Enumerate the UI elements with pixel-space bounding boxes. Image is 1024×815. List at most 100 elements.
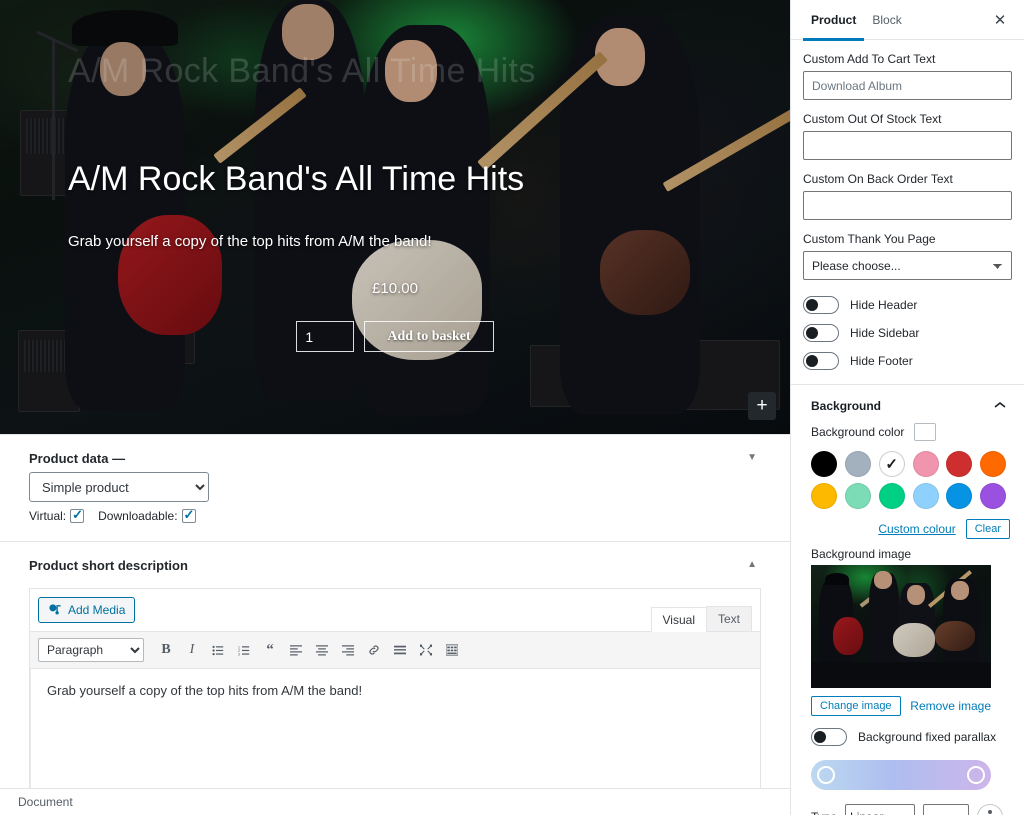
swatch-pink[interactable] [912, 451, 939, 477]
add-media-label: Add Media [68, 603, 126, 617]
chevron-up-icon[interactable] [994, 401, 1006, 412]
editor-toolbar: Paragraph B I 123 “ [30, 632, 760, 669]
bulleted-list-icon[interactable] [206, 638, 230, 662]
tab-visual[interactable]: Visual [650, 607, 707, 632]
swatch-black[interactable] [811, 451, 837, 477]
fullscreen-icon[interactable] [414, 638, 438, 662]
custom-back-order-label: Custom On Back Order Text [803, 172, 953, 186]
breadcrumb: Document [0, 788, 790, 815]
hide-sidebar-toggle[interactable] [803, 324, 839, 342]
toolbar-toggle-icon[interactable] [440, 638, 464, 662]
product-data-metabox: Product data — ▼ Simple product Virtual:… [0, 434, 790, 541]
custom-back-order-input[interactable] [803, 191, 1012, 220]
virtual-checkbox-row[interactable]: Virtual: [29, 507, 85, 523]
swatch-red[interactable] [946, 451, 973, 477]
media-icon [48, 603, 62, 617]
parallax-row[interactable]: Background fixed parallax [811, 728, 1012, 746]
background-parallax-toggle[interactable] [811, 728, 847, 746]
add-to-basket-button[interactable]: Add to basket [364, 321, 494, 353]
change-image-button[interactable]: Change image [811, 696, 901, 716]
product-data-header: Product data — ▼ [29, 435, 761, 466]
read-more-icon[interactable] [388, 638, 412, 662]
custom-out-of-stock-input[interactable] [803, 131, 1012, 160]
background-panel-header[interactable]: Background [803, 385, 1012, 423]
add-block-button[interactable]: + [748, 392, 776, 420]
tab-text[interactable]: Text [705, 606, 752, 631]
numbered-list-icon[interactable]: 123 [232, 638, 256, 662]
short-description-header: Product short description ▲ [29, 542, 761, 588]
downloadable-checkbox[interactable] [181, 507, 196, 523]
tab-product[interactable]: Product [803, 0, 865, 41]
background-image-thumbnail[interactable] [811, 565, 991, 688]
editor-mode-tabs: Visual Text [650, 606, 752, 632]
chevron-down-icon[interactable]: ▼ [743, 451, 761, 465]
short-description-title: Product short description [29, 558, 188, 573]
gradient-angle-input[interactable] [923, 804, 970, 815]
chevron-up-icon[interactable]: ▲ [743, 558, 761, 572]
gradient-end-handle[interactable] [967, 766, 985, 784]
insert-link-icon[interactable] [362, 638, 386, 662]
gradient-type-select[interactable]: Linear [845, 804, 916, 815]
hide-footer-toggle[interactable] [803, 352, 839, 370]
hide-header-toggle[interactable] [803, 296, 839, 314]
tinymce-editor: Add Media Visual Text Paragraph B I 1 2 … [29, 588, 761, 815]
swatch-light-blue[interactable] [912, 483, 939, 509]
gradient-angle-dial[interactable] [977, 804, 1004, 815]
swatch-purple[interactable] [980, 483, 1007, 509]
custom-thank-you-select[interactable]: Please choose... [803, 251, 1012, 280]
gutenberg-product-editor: A/M Rock Band's All Time Hits A/M Rock B… [0, 0, 1024, 815]
tab-block[interactable]: Block [864, 0, 909, 40]
blockquote-icon[interactable]: “ [258, 638, 282, 662]
align-right-icon[interactable] [336, 638, 360, 662]
bold-icon[interactable]: B [154, 638, 178, 662]
custom-add-to-cart-label: Custom Add To Cart Text [803, 52, 936, 66]
close-icon[interactable]: ✕ [988, 8, 1012, 32]
hide-header-row[interactable]: Hide Header [803, 296, 1012, 314]
quantity-input[interactable] [296, 321, 355, 353]
downloadable-checkbox-row[interactable]: Downloadable: [98, 507, 196, 523]
add-to-cart-form: Add to basket [68, 321, 722, 353]
swatch-orange[interactable] [980, 451, 1007, 477]
product-type-select[interactable]: Simple product [29, 472, 209, 502]
editor-column: A/M Rock Band's All Time Hits A/M Rock B… [0, 0, 790, 815]
short-description-editor-container: Add Media Visual Text Paragraph B I 1 2 … [0, 588, 790, 815]
swatch-actions: Custom colour Clear [803, 519, 1012, 539]
gradient-slider[interactable] [811, 760, 991, 790]
downloadable-label: Downloadable: [98, 509, 178, 523]
background-color-preview[interactable] [914, 423, 937, 441]
editor-media-bar: Add Media Visual Text [30, 589, 760, 632]
align-center-icon[interactable] [310, 638, 334, 662]
image-action-row: Change image Remove image [811, 696, 991, 716]
paragraph-format-select[interactable]: Paragraph [38, 638, 144, 662]
product-title[interactable]: A/M Rock Band's All Time Hits [68, 160, 722, 199]
swatch-white[interactable] [878, 451, 905, 477]
swatch-mint[interactable] [844, 483, 871, 509]
settings-sidebar: Product Block ✕ Custom Add To Cart Text … [790, 0, 1024, 815]
custom-add-to-cart-input[interactable] [803, 71, 1012, 100]
svg-text:3: 3 [238, 652, 240, 656]
hide-sidebar-row[interactable]: Hide Sidebar [803, 324, 1012, 342]
virtual-checkbox[interactable] [70, 507, 85, 523]
cover-content: A/M Rock Band's All Time Hits Grab yours… [0, 160, 790, 353]
sidebar-tabs: Product Block ✕ [791, 0, 1024, 41]
editor-paragraph[interactable]: Grab yourself a copy of the top hits fro… [47, 683, 744, 698]
hide-sidebar-label: Hide Sidebar [850, 326, 920, 340]
add-media-button[interactable]: Add Media [38, 597, 136, 623]
product-subtitle[interactable]: Grab yourself a copy of the top hits fro… [68, 233, 722, 250]
custom-thank-you-label: Custom Thank You Page [803, 232, 936, 246]
background-color-row: Background color [803, 423, 1012, 441]
align-left-icon[interactable] [284, 638, 308, 662]
swatch-blue[interactable] [946, 483, 973, 509]
swatch-amber[interactable] [811, 483, 837, 509]
swatch-green[interactable] [878, 483, 905, 509]
gradient-start-handle[interactable] [817, 766, 835, 784]
custom-colour-link[interactable]: Custom colour [878, 522, 955, 536]
clear-color-button[interactable]: Clear [965, 519, 1010, 539]
color-swatch-grid [803, 451, 1012, 509]
swatch-grey-blue[interactable] [844, 451, 871, 477]
italic-icon[interactable]: I [180, 638, 204, 662]
cover-block[interactable]: A/M Rock Band's All Time Hits A/M Rock B… [0, 0, 790, 434]
gradient-type-label: Type [811, 810, 837, 815]
remove-image-link[interactable]: Remove image [910, 699, 991, 713]
hide-footer-row[interactable]: Hide Footer [803, 352, 1012, 370]
